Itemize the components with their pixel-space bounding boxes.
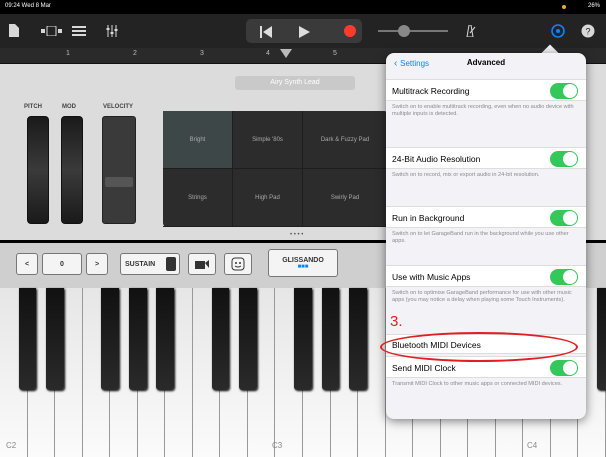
setting-label: Multitrack Recording bbox=[392, 86, 470, 96]
black-key[interactable] bbox=[211, 288, 230, 390]
sustain-lock-icon bbox=[166, 257, 176, 271]
view-toggle-icon[interactable] bbox=[40, 14, 64, 48]
velocity-label: VELOCITY bbox=[103, 104, 134, 110]
popover-header: ‹ Settings Advanced bbox=[386, 53, 586, 73]
multitrack-recording-toggle[interactable] bbox=[550, 83, 578, 99]
use-with-music-apps-toggle[interactable] bbox=[550, 269, 578, 285]
mixer-icon[interactable] bbox=[104, 14, 120, 49]
setting-row: Run in Background bbox=[386, 206, 586, 228]
black-key[interactable] bbox=[349, 288, 367, 390]
popover-title: Advanced bbox=[466, 58, 506, 67]
setting-description: Switch on to optimise GarageBand perform… bbox=[392, 290, 572, 303]
patch-cell[interactable]: Dark & Fuzzy Pad bbox=[303, 111, 388, 169]
setting-label: Run in Background bbox=[392, 213, 465, 223]
recording-indicator-dot bbox=[562, 5, 566, 9]
toolbar: ? bbox=[0, 14, 606, 48]
black-key[interactable] bbox=[18, 288, 37, 390]
play-icon[interactable] bbox=[298, 25, 310, 43]
svg-text:?: ? bbox=[585, 27, 590, 37]
black-key[interactable] bbox=[321, 288, 340, 390]
black-key[interactable] bbox=[46, 288, 64, 390]
patch-cell[interactable]: Swirly Pad bbox=[303, 169, 388, 227]
sustain-label: SUSTAIN bbox=[125, 260, 156, 268]
settings-icon[interactable] bbox=[550, 14, 566, 50]
mod-wheel[interactable] bbox=[61, 116, 83, 224]
setting-description: Transmit MIDI Clock to other music apps … bbox=[392, 381, 563, 387]
octave-value: 0 bbox=[42, 253, 82, 275]
velocity-slider-handle[interactable] bbox=[105, 177, 133, 187]
black-key[interactable] bbox=[101, 288, 119, 390]
glissando-label: GLISSANDO bbox=[282, 256, 324, 264]
preset-name[interactable]: Airy Synth Lead bbox=[235, 76, 355, 90]
transport-controls bbox=[246, 19, 362, 43]
black-key[interactable] bbox=[294, 288, 312, 390]
setting-row: 24-Bit Audio Resolution bbox=[386, 147, 586, 169]
ruler-mark: 4 bbox=[266, 50, 270, 57]
volume-slider[interactable] bbox=[378, 30, 448, 32]
setting-description: Switch on to record, mix or export audio… bbox=[392, 172, 540, 178]
playhead-icon[interactable] bbox=[280, 49, 292, 59]
annotation-step-number: 3. bbox=[390, 313, 403, 330]
key-label-c4: C4 bbox=[527, 441, 538, 450]
status-bar: 09:24 Wed 8 Mar 26% bbox=[0, 0, 606, 14]
black-key[interactable] bbox=[239, 288, 257, 390]
glissando-mode-dots-icon: ■■■ bbox=[297, 263, 309, 270]
send-midi-clock-toggle[interactable] bbox=[550, 360, 578, 376]
patch-grid: Bright Simple '80s Dark & Fuzzy Pad Stri… bbox=[163, 111, 388, 227]
glissando-button[interactable]: GLISSANDO ■■■ bbox=[268, 249, 338, 277]
setting-description: Switch on to let GarageBand run in the b… bbox=[392, 231, 569, 244]
advanced-settings-popover: ‹ Settings Advanced Multitrack Recording… bbox=[386, 53, 586, 419]
arpeggiator-icon[interactable] bbox=[188, 253, 216, 275]
volume-slider-knob[interactable] bbox=[398, 25, 410, 37]
patch-cell[interactable]: Bright bbox=[163, 111, 233, 169]
24-bit-resolution-toggle[interactable] bbox=[550, 151, 578, 167]
setting-row: Use with Music Apps bbox=[386, 265, 586, 287]
octave-up-button[interactable]: > bbox=[86, 253, 108, 275]
sustain-button[interactable]: SUSTAIN bbox=[120, 253, 180, 275]
rewind-icon[interactable] bbox=[260, 25, 272, 43]
document-icon[interactable] bbox=[6, 14, 22, 49]
annotation-highlight-oval bbox=[380, 332, 578, 362]
help-icon[interactable]: ? bbox=[580, 14, 596, 50]
metronome-icon[interactable] bbox=[462, 14, 478, 49]
mod-label: MOD bbox=[62, 104, 76, 110]
record-icon[interactable] bbox=[344, 25, 356, 37]
key-label-c3: C3 bbox=[272, 441, 283, 450]
pitch-label: PITCH bbox=[24, 104, 42, 110]
status-time: 09:24 Wed 8 Mar bbox=[5, 3, 51, 9]
patch-cell[interactable]: Strings bbox=[163, 169, 233, 227]
key-label-c2: C2 bbox=[6, 441, 17, 450]
black-key[interactable] bbox=[156, 288, 175, 390]
setting-label: Send MIDI Clock bbox=[392, 363, 456, 373]
ruler-mark: 2 bbox=[133, 50, 137, 57]
black-key[interactable] bbox=[597, 288, 606, 390]
patch-cell[interactable]: High Pad bbox=[233, 169, 303, 227]
setting-description: Switch on to enable multitrack recording… bbox=[392, 104, 574, 117]
setting-row: Multitrack Recording bbox=[386, 79, 586, 101]
page-dots[interactable]: • • • • bbox=[290, 232, 303, 238]
ruler-mark: 3 bbox=[200, 50, 204, 57]
setting-label: 24-Bit Audio Resolution bbox=[392, 154, 481, 164]
black-key[interactable] bbox=[128, 288, 147, 390]
tracks-icon[interactable] bbox=[70, 14, 88, 48]
pitch-wheel[interactable] bbox=[27, 116, 49, 224]
ruler-mark: 5 bbox=[333, 50, 337, 57]
setting-label: Use with Music Apps bbox=[392, 272, 471, 282]
velocity-slider[interactable] bbox=[102, 116, 136, 224]
ruler-mark: 1 bbox=[66, 50, 70, 57]
run-in-background-toggle[interactable] bbox=[550, 210, 578, 226]
smart-face-icon[interactable] bbox=[224, 253, 252, 275]
patch-cell[interactable]: Simple '80s bbox=[233, 111, 303, 169]
battery-indicator: 26% bbox=[587, 3, 600, 9]
octave-down-button[interactable]: < bbox=[16, 253, 38, 275]
